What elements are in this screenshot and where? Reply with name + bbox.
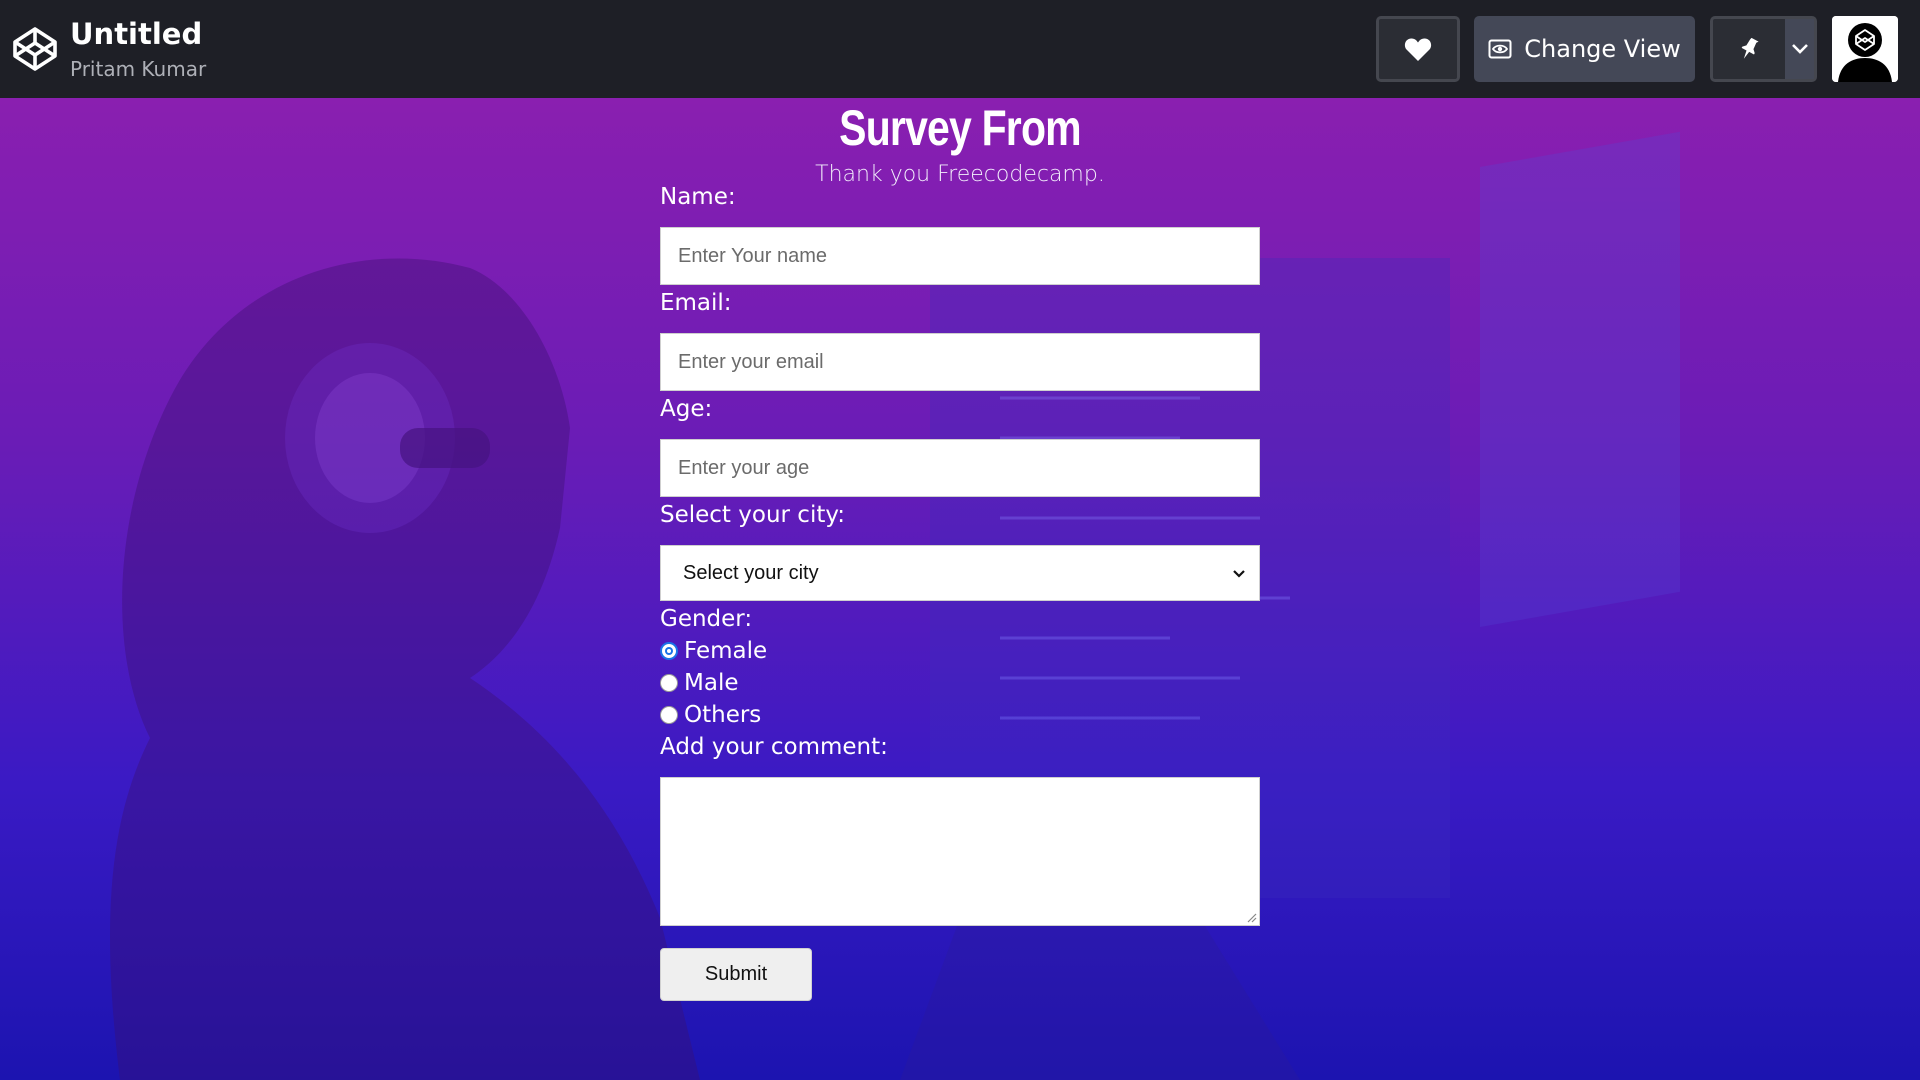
change-view-label: Change View	[1524, 35, 1681, 63]
user-avatar[interactable]	[1832, 16, 1898, 82]
gender-option-others[interactable]: Others	[660, 700, 761, 730]
name-input[interactable]	[660, 227, 1260, 285]
city-select[interactable]: Select your city	[660, 545, 1260, 601]
project-title-block: Untitled Pritam Kumar	[70, 16, 206, 82]
submit-button[interactable]: Submit	[660, 948, 812, 1001]
radio-female[interactable]	[660, 642, 678, 660]
name-label: Name:	[660, 184, 736, 210]
heart-icon	[1404, 38, 1432, 61]
preview-area: Survey From Thank you Freecodecamp. Name…	[0, 98, 1920, 1080]
form-title: Survey From	[839, 100, 1081, 156]
project-title[interactable]: Untitled	[70, 16, 206, 52]
city-label: Select your city:	[660, 502, 846, 528]
age-label: Age:	[660, 396, 713, 422]
project-author[interactable]: Pritam Kumar	[70, 56, 206, 82]
radio-female-label: Female	[684, 638, 768, 664]
pin-icon	[1741, 37, 1759, 59]
city-select-value: Select your city	[683, 561, 819, 584]
age-input[interactable]	[660, 439, 1260, 497]
chevron-down-icon	[1233, 570, 1245, 578]
radio-male[interactable]	[660, 674, 678, 692]
radio-others[interactable]	[660, 706, 678, 724]
radio-others-label: Others	[684, 702, 762, 728]
comment-box	[660, 777, 1260, 926]
pin-button[interactable]	[1713, 19, 1785, 79]
pin-dropdown-button[interactable]	[1785, 19, 1814, 79]
gender-option-female[interactable]: Female	[660, 636, 767, 666]
avatar-icon	[1832, 16, 1898, 82]
codepen-logo-icon[interactable]	[12, 26, 58, 72]
form-subtitle: Thank you Freecodecamp.	[815, 162, 1105, 187]
comment-textarea[interactable]	[660, 777, 1260, 926]
editor-header: Untitled Pritam Kumar Change View	[0, 0, 1920, 98]
resize-grip-icon[interactable]	[1245, 911, 1257, 923]
pin-button-group	[1710, 16, 1817, 82]
gender-label: Gender:	[660, 606, 753, 632]
comment-label: Add your comment:	[660, 734, 888, 760]
email-label: Email:	[660, 290, 732, 316]
gender-option-male[interactable]: Male	[660, 668, 738, 698]
chevron-down-icon	[1791, 44, 1808, 54]
email-input[interactable]	[660, 333, 1260, 391]
change-view-button[interactable]: Change View	[1474, 16, 1695, 82]
eye-icon	[1488, 39, 1512, 59]
radio-male-label: Male	[684, 670, 739, 696]
like-button[interactable]	[1376, 16, 1460, 82]
